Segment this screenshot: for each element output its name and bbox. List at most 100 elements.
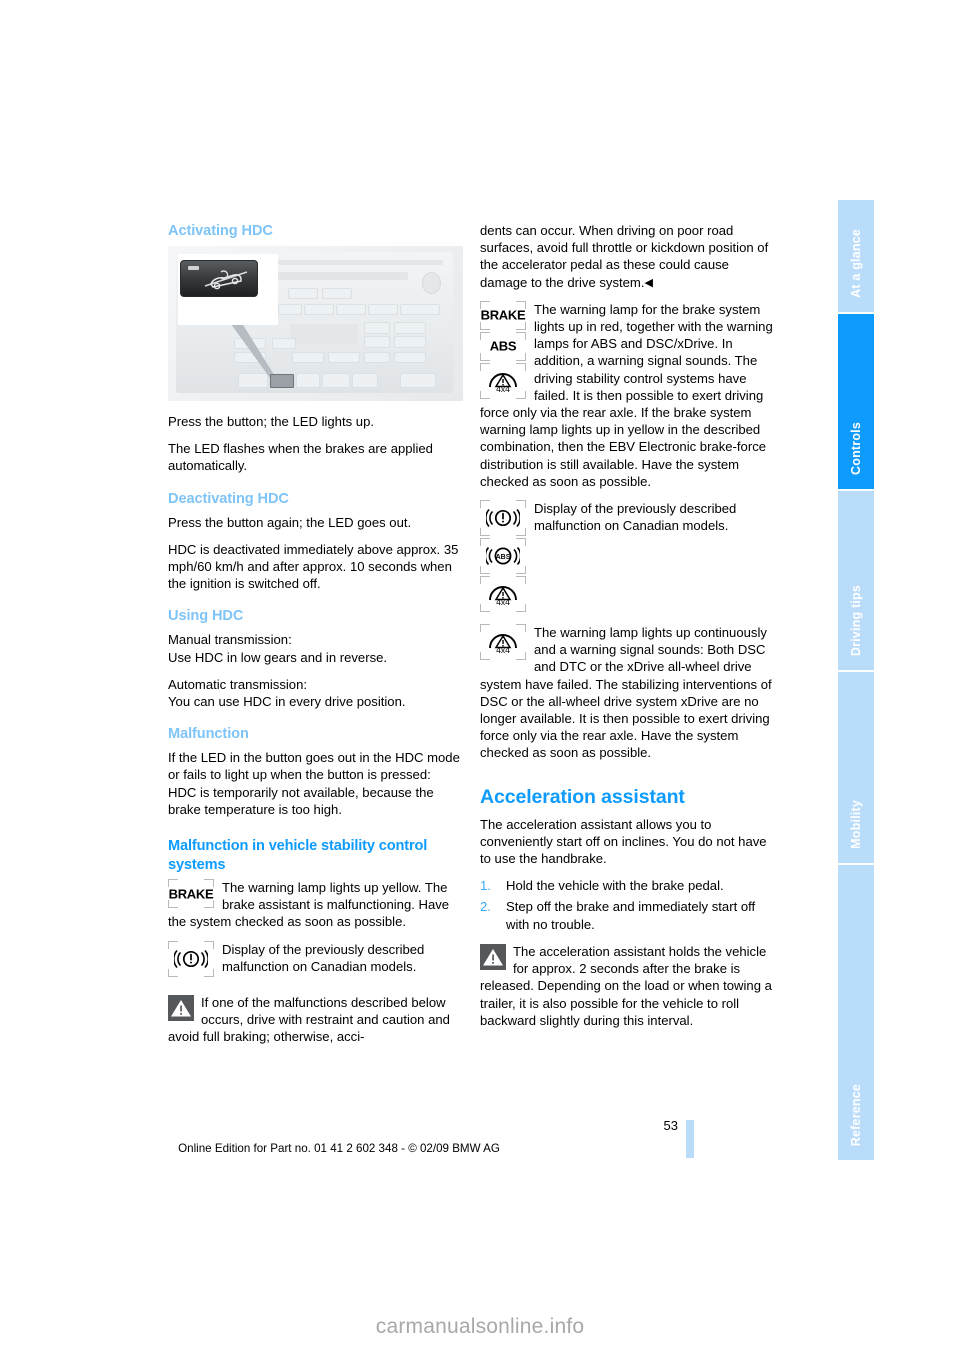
page-marker-bar <box>686 1120 694 1158</box>
heading-activating-hdc: Activating HDC <box>168 223 273 239</box>
brake-lamp-label: BRAKE <box>480 307 526 323</box>
list-item: 1. Hold the vehicle with the brake pedal… <box>480 877 775 894</box>
dsc-lamp-sublabel: 4x4 <box>496 644 510 655</box>
continued-warning-text: dents can occur. When driving on poor ro… <box>480 222 775 291</box>
console-trim <box>278 260 443 265</box>
brake-lamp-block: BRAKE The warning lamp lights up yellow.… <box>168 879 463 931</box>
warning-note-block: If one of the malfunctions described bel… <box>168 994 463 1046</box>
page-number: 53 <box>663 1118 678 1133</box>
console-illustration: HDC-41700a <box>168 246 463 401</box>
malfunction-paragraph: If the LED in the button goes out in the… <box>168 750 460 817</box>
console-knob <box>422 272 441 294</box>
console-button <box>394 336 426 348</box>
brake-lamp-label: BRAKE <box>168 885 214 901</box>
canadian-abs-lamp-icon: ABS <box>480 538 526 575</box>
side-tab-label: Driving tips <box>849 584 863 657</box>
edition-line: Online Edition for Part no. 01 41 2 602 … <box>178 1142 500 1155</box>
activating-paragraph-2: The LED flashes when the brakes are appl… <box>168 441 433 474</box>
hdc-button-highlight <box>270 374 294 388</box>
dsc-lamp-sublabel: 4x4 <box>496 383 510 394</box>
console-button <box>304 304 334 315</box>
canadian-lamp-block: Display of the previously described malf… <box>168 940 463 979</box>
console-button <box>364 322 390 334</box>
heading-acceleration-assistant: Acceleration assistant <box>480 785 685 808</box>
lamp-stack: BRAKE <box>168 879 216 910</box>
hdc-car-on-slope-icon <box>204 270 248 290</box>
acceleration-warning-note: The acceleration assistant holds the veh… <box>480 943 775 1029</box>
continued-warning-span: dents can occur. When driving on poor ro… <box>480 223 769 290</box>
dsc-failure-block: 4x4 The warning lamp lights up continuou… <box>480 624 775 762</box>
heading-stability-malfunction: Malfunction in vehicle stability control… <box>168 838 428 873</box>
using-paragraph-automatic: Automatic transmission: You can use HDC … <box>168 676 406 710</box>
lamp-stack: BRAKE ABS 4x4 <box>480 300 528 401</box>
end-of-warning-arrow-icon: ◀ <box>644 276 653 289</box>
console-button <box>278 304 302 315</box>
brake-warning-lamp-icon: BRAKE <box>480 300 526 330</box>
site-watermark: carmanualsonline.info <box>375 1315 585 1338</box>
warning-triangle-icon <box>480 943 506 970</box>
brake-circle-exclamation-icon <box>174 949 208 968</box>
console-vent <box>278 272 408 280</box>
right-column: dents can occur. When driving on poor ro… <box>480 222 775 1039</box>
acceleration-steps-list: 1. Hold the vehicle with the brake pedal… <box>480 877 775 933</box>
side-tab-label: Reference <box>849 1083 863 1146</box>
step-text: Step off the brake and immediately start… <box>506 899 756 932</box>
step-number: 2. <box>480 899 491 915</box>
console-button <box>322 288 352 299</box>
canadian-lamps-block: ABS 4x4 Display of the previously descri… <box>480 500 775 614</box>
console-button <box>364 352 390 363</box>
heading-deactivating-hdc: Deactivating HDC <box>168 490 289 507</box>
side-tab-controls[interactable]: Controls <box>838 314 874 492</box>
abs-lamp-label: ABS <box>489 338 517 354</box>
side-navigation: At a glance Controls Driving tips Mobili… <box>838 200 874 1160</box>
hdc-button-magnified <box>180 260 258 297</box>
dsc-xdrive-warning-lamp-icon: 4x4 <box>480 362 526 399</box>
side-tab-mobility[interactable]: Mobility <box>838 672 874 865</box>
console-button <box>328 352 360 363</box>
side-tab-reference[interactable]: Reference <box>838 864 874 1160</box>
canadian-dsc-lamp-icon: 4x4 <box>480 576 526 613</box>
console-button <box>364 336 390 348</box>
heading-using-hdc: Using HDC <box>168 608 244 625</box>
console-button <box>322 373 350 388</box>
abs-warning-lamp-icon: ABS <box>480 331 526 361</box>
side-tab-at-a-glance[interactable]: At a glance <box>838 200 874 315</box>
side-tab-label: Controls <box>849 422 863 476</box>
lamp-stack: ABS 4x4 <box>480 500 528 614</box>
console-button <box>336 304 366 315</box>
dsc-lamp-sublabel: 4x4 <box>496 596 510 607</box>
lamp-stack <box>168 940 216 979</box>
acceleration-intro: The acceleration assistant allows you to… <box>480 816 767 867</box>
side-tab-driving-tips[interactable]: Driving tips <box>838 491 874 673</box>
brake-circle-exclamation-icon <box>486 509 520 528</box>
console-button <box>288 288 318 299</box>
acceleration-note-text: The acceleration assistant holds the veh… <box>480 943 772 1028</box>
lamp-stack: 4x4 <box>480 624 528 662</box>
brake-warning-lamp-icon: BRAKE <box>168 879 214 909</box>
activating-paragraph-1: Press the button; the LED lights up. <box>168 414 374 429</box>
canadian-brake-lamp-icon <box>168 940 214 977</box>
console-display <box>290 324 358 344</box>
deactivating-paragraph-2: HDC is deactivated immediately above app… <box>168 541 459 592</box>
console-button <box>400 304 440 315</box>
console-button <box>368 304 398 315</box>
canadian-brake-lamp-icon <box>480 500 526 537</box>
left-column: Activating HDC HDC-41700a Press the butt… <box>168 222 463 1055</box>
heading-malfunction: Malfunction <box>168 726 249 743</box>
dsc-xdrive-warning-lamp-icon: 4x4 <box>480 624 526 661</box>
manual-page: At a glance Controls Driving tips Mobili… <box>0 0 960 1358</box>
console-button <box>400 373 436 388</box>
side-tab-label: At a glance <box>849 229 863 299</box>
svg-text:ABS: ABS <box>496 554 511 561</box>
illustration-reference-code: HDC-41700a <box>448 344 455 386</box>
deactivating-paragraph-1: Press the button again; the LED goes out… <box>168 514 412 530</box>
list-item: 2. Step off the brake and immediately st… <box>480 898 775 932</box>
console-button <box>352 373 378 388</box>
console-button <box>296 373 320 388</box>
warning-triangle-icon <box>168 994 194 1021</box>
abs-circle-icon: ABS <box>486 547 520 566</box>
using-paragraph-manual: Manual transmission: Use HDC in low gear… <box>168 632 388 665</box>
warning-note-text: If one of the malfunctions described bel… <box>168 994 450 1045</box>
hdc-led-indicator <box>188 266 199 270</box>
step-number: 1. <box>480 878 491 894</box>
